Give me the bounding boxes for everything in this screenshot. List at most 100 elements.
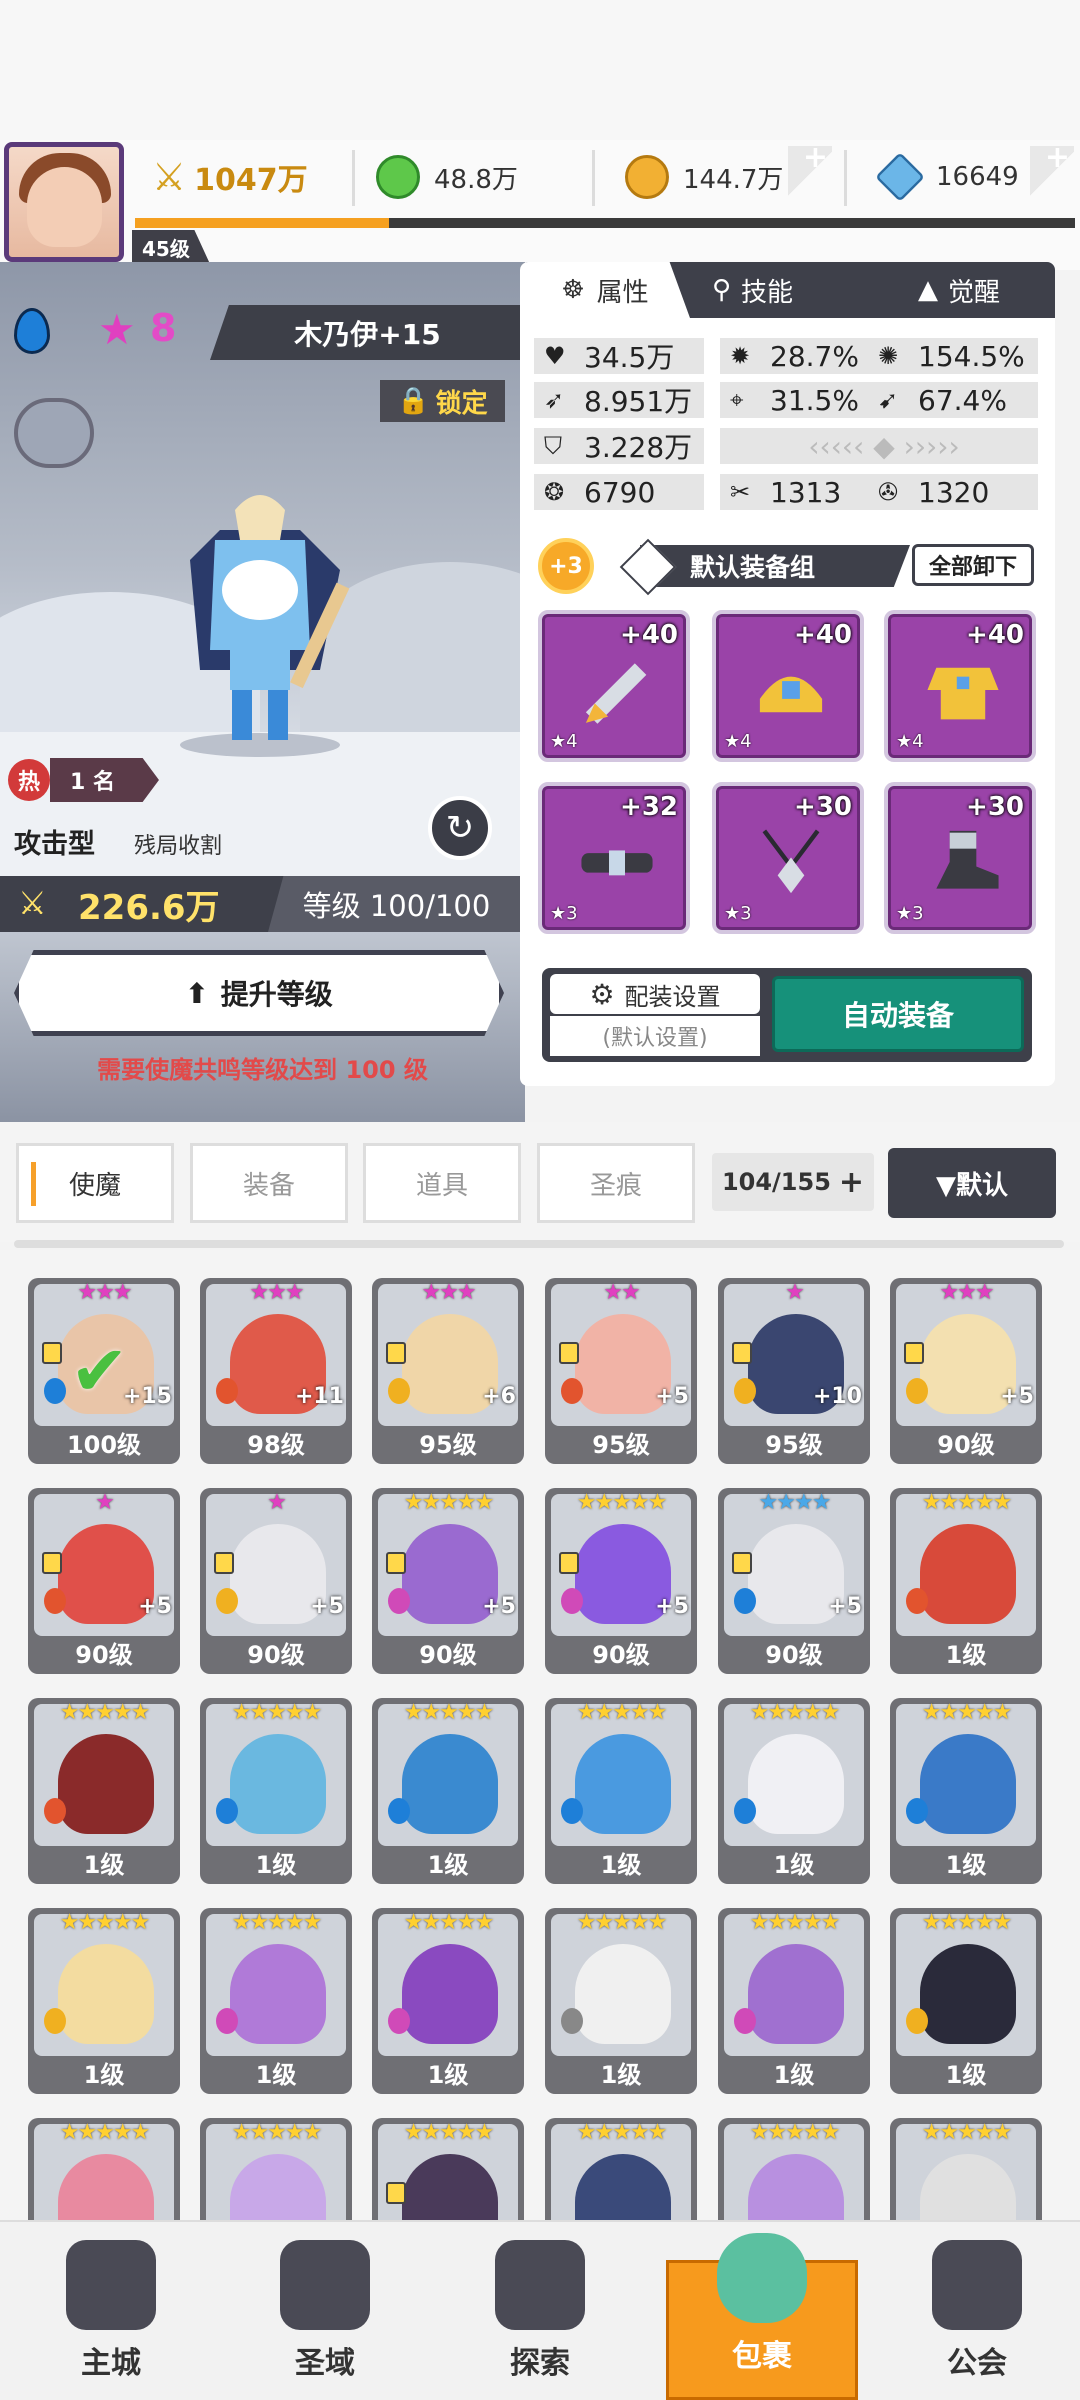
sort-dropdown[interactable]: ▼默认 [888, 1148, 1056, 1218]
hero-level: 1级 [255, 2061, 297, 2089]
hero-level: 1级 [945, 2061, 987, 2089]
tab-familiars[interactable]: 使魔 [16, 1143, 174, 1223]
hero-character-art [230, 2154, 326, 2220]
tab-skills[interactable]: ⚲ 技能 [712, 262, 793, 318]
gear-group-name[interactable]: 默认装备组 [640, 545, 910, 587]
add-crystal-button[interactable] [1030, 140, 1074, 202]
hero-card[interactable]: ★★★★★ 1级 [890, 1908, 1042, 2094]
gold-coin-display[interactable]: 144.7万 [625, 152, 783, 202]
tab-awaken[interactable]: ▲ 觉醒 [918, 262, 1000, 318]
equip-config-button[interactable]: ⚙ 配装设置 [550, 974, 760, 1014]
unequip-all-button[interactable]: 全部卸下 [912, 544, 1034, 586]
stat-cell: ✂ 1313 [720, 474, 870, 510]
hero-card[interactable]: ★★★★★ 1级 [28, 1908, 180, 2094]
hero-level: 1级 [83, 2061, 125, 2089]
hero-card[interactable]: ★★★★★ +5 90级 [545, 1488, 697, 1674]
equip-slot-belt[interactable]: +32 ★3 [538, 782, 690, 934]
necklace-icon [762, 829, 820, 894]
gold-coin-value: 144.7万 [683, 164, 784, 195]
hero-card[interactable]: ★★★★★ 1级 [890, 1488, 1042, 1674]
equip-slot-boots[interactable]: +30 ★3 [884, 782, 1036, 934]
locked-skin-icon[interactable] [14, 398, 94, 468]
stat-cell: ♥ 34.5万 [534, 338, 704, 374]
gear-group-level-badge: +3 [538, 538, 594, 594]
lock-icon [386, 1552, 406, 1574]
tab-attributes[interactable]: ☸ 属性 [520, 262, 690, 318]
hero-level: 1级 [945, 1641, 987, 1669]
tab-stigmata[interactable]: 圣痕 [537, 1143, 695, 1223]
hero-card[interactable]: ★★★★★ 1级 [200, 1908, 352, 2094]
hero-card[interactable]: ★★★★★ 1级 [28, 1698, 180, 1884]
upgrade-level-button[interactable]: ⬆ 提升等级 [14, 950, 504, 1036]
equip-enhance-level: +30 [794, 792, 852, 822]
rotate-view-button[interactable]: ↻ [428, 796, 492, 860]
stat-cell: ❂ 6790 [534, 474, 704, 510]
hero-card[interactable]: ★★ +5 95级 [545, 1278, 697, 1464]
stat-value: 3.228万 [584, 431, 693, 464]
lock-button[interactable]: 🔒 锁定 [380, 380, 505, 422]
hero-stars: ★★★★★ [403, 1490, 495, 1515]
nav-item-explore[interactable]: 探索 [455, 2240, 625, 2400]
add-gold-button[interactable] [788, 140, 832, 202]
hero-character-art [748, 1734, 844, 1834]
hero-card[interactable]: ★★★★★ 1级 [200, 1698, 352, 1884]
equip-enhance-level: +32 [620, 792, 678, 822]
hero-card[interactable]: ★★★★★ [890, 2118, 1042, 2220]
auto-equip-button[interactable]: 自动装备 [772, 976, 1024, 1052]
element-icon [388, 2008, 410, 2034]
equip-slot-helmet[interactable]: +40 ★4 [712, 610, 864, 762]
tab-skills-label: 技能 [741, 277, 794, 308]
hero-card[interactable]: ★★★ +5 90级 [890, 1278, 1042, 1464]
hero-card[interactable]: ★★★★★ 1级 [372, 1698, 524, 1884]
hero-card[interactable]: ★★★★★ [718, 2118, 870, 2220]
hero-card[interactable]: ★★★★★ 1级 [890, 1698, 1042, 1884]
hero-type: 攻击型 [14, 829, 95, 860]
hero-card[interactable]: ★★★★★ [28, 2118, 180, 2220]
nav-item-bag[interactable]: 包裹 [666, 2233, 858, 2400]
equip-slot-armor[interactable]: +40 ★4 [884, 610, 1036, 762]
player-avatar[interactable] [4, 142, 124, 262]
equip-slot-sword[interactable]: +40 ★4 [538, 610, 690, 762]
hero-card[interactable]: ★★★ +11 98级 [200, 1278, 352, 1464]
hero-card[interactable]: ★★★★★ [372, 2118, 524, 2220]
hero-card[interactable]: ★★★★★ 1级 [545, 1698, 697, 1884]
equip-config-sublabel: (默认设置) [550, 1016, 760, 1056]
hero-card[interactable]: ★★★★★ +5 90级 [372, 1488, 524, 1674]
element-icon [906, 1588, 928, 1614]
popularity-rank-badge: 热 1 名 [8, 758, 159, 802]
nav-item-castle[interactable]: 主城 [26, 2240, 196, 2400]
nav-item-guild[interactable]: 公会 [892, 2240, 1062, 2400]
hero-card[interactable]: ★ +5 90级 [28, 1488, 180, 1674]
divider [844, 150, 847, 206]
hero-portrait [378, 1914, 518, 2056]
hero-card[interactable]: ★ +10 95级 [718, 1278, 870, 1464]
tab-items[interactable]: 道具 [363, 1143, 521, 1223]
hero-stars: ★★★★★ [231, 2120, 323, 2145]
hero-stars: ★★★★★ [921, 1910, 1013, 1935]
hero-character-art [748, 2154, 844, 2220]
hero-card[interactable]: ★★★★★ [545, 2118, 697, 2220]
skill-a-icon: ✂ [730, 478, 751, 506]
hero-enhance-level: +5 [482, 1594, 516, 1619]
hero-card[interactable]: ★★★★★ 1级 [718, 1908, 870, 2094]
gear-group-name-label: 默认装备组 [690, 553, 816, 582]
lock-icon [732, 1342, 752, 1364]
hero-card[interactable]: ★★★★★ 1级 [545, 1908, 697, 2094]
inventory-capacity[interactable]: 104/155 + [712, 1153, 874, 1211]
divider [352, 150, 355, 206]
stat-value: 67.4% [918, 383, 1007, 417]
hero-card[interactable]: ★ +5 90级 [200, 1488, 352, 1674]
hero-card[interactable]: ★★★★ +5 90级 [718, 1488, 870, 1674]
hero-card[interactable]: ★★★★★ 1级 [372, 1908, 524, 2094]
hero-card[interactable]: ★★★★★ 1级 [718, 1698, 870, 1884]
nav-label: 主城 [81, 2346, 141, 2381]
blue-crystal-display[interactable]: 16649 [875, 152, 1019, 202]
nav-item-sanctuary[interactable]: 圣域 [240, 2240, 410, 2400]
hero-stars: ★★★★★ [231, 1700, 323, 1725]
tab-equipment[interactable]: 装备 [190, 1143, 348, 1223]
equip-slot-necklace[interactable]: +30 ★3 [712, 782, 864, 934]
hero-stars: ★★★★★ [921, 1700, 1013, 1725]
hero-card[interactable]: ★★★ +6 95级 [372, 1278, 524, 1464]
hero-card[interactable]: ★★★★★ [200, 2118, 352, 2220]
attack-icon: ➶ [544, 386, 565, 414]
